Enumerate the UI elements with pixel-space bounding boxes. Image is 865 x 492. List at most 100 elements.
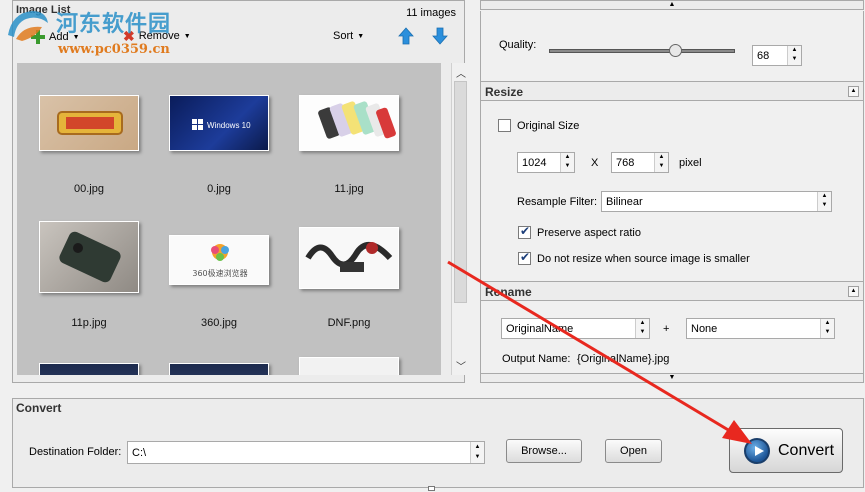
rename-first-value: OriginalName [506, 323, 574, 335]
watermark-title: 河东软件园 [56, 12, 172, 37]
chevron-updown-icon[interactable]: ▲ ▼ [635, 319, 649, 338]
thumbnail-label: DNF.png [327, 317, 371, 329]
move-up-button[interactable] [397, 27, 415, 45]
rename-section: OriginalName ▲ ▼ + None ▲ ▼ Output Name: {… [480, 301, 864, 373]
resample-filter-select[interactable]: Bilinear ▲ ▼ [601, 191, 832, 212]
preserve-aspect-label: Preserve aspect ratio [537, 226, 641, 239]
thumbnail-grid[interactable]: 00.jpg Windows 10 0.jpg 11.jpg 11p.jpg 3… [17, 63, 441, 375]
resize-section-header[interactable]: Resize ▲ [480, 81, 864, 101]
original-size-label: Original Size [517, 119, 580, 132]
quality-spinner[interactable]: 68 ▲ ▼ [752, 45, 802, 66]
convert-button[interactable]: Convert [729, 428, 843, 473]
thumbnail-item[interactable] [277, 331, 407, 375]
resize-section: Original Size 1024 ▲ ▼ X 768 ▲ ▼ pixel Res… [480, 101, 864, 281]
size-unit: pixel [679, 157, 702, 169]
checkbox-box[interactable] [518, 250, 531, 265]
output-name-label: Output Name: [502, 353, 571, 365]
sort-label: Sort [333, 30, 354, 42]
rename-title: Rename [485, 285, 532, 299]
quality-slider[interactable] [549, 49, 735, 53]
open-button[interactable]: Open [605, 439, 662, 463]
chevron-updown-icon[interactable]: ▲ ▼ [470, 442, 484, 463]
height-value: 768 [616, 157, 635, 169]
convert-panel: Convert Destination Folder: C:\ ▲ ▼ Brows… [12, 398, 864, 488]
chevron-up-icon[interactable]: ︿ [456, 65, 466, 80]
checkbox-box[interactable] [498, 119, 511, 132]
height-spinner[interactable]: 768 ▲ ▼ [611, 152, 669, 173]
thumbnail-image: 360极速浏览器 [169, 235, 269, 285]
quality-section: Quality: 68 ▲ ▼ [480, 11, 864, 81]
scrollbar-thumb[interactable] [454, 81, 467, 303]
thumbnail-label: 360.jpg [200, 317, 238, 329]
thumbnail-item[interactable]: 11p.jpg [17, 197, 147, 329]
thumbnail-image [299, 95, 399, 151]
rename-second-select[interactable]: None ▲ ▼ [686, 318, 835, 339]
rename-first-select[interactable]: OriginalName ▲ ▼ [501, 318, 650, 339]
resize-grip[interactable] [428, 486, 435, 491]
collapse-icon[interactable]: ▲ [848, 86, 859, 97]
thumbnail-item[interactable]: 360极速浏览器 360.jpg [147, 197, 277, 329]
quality-label: Quality: [499, 39, 537, 51]
rename-plus: + [663, 323, 670, 335]
thumbnail-label: 11p.jpg [71, 317, 107, 329]
chevron-updown-icon[interactable]: ▲ ▼ [820, 319, 834, 338]
rename-section-header[interactable]: Rename ▲ [480, 281, 864, 301]
thumbnail-image [299, 357, 399, 375]
browse-button[interactable]: Browse... [506, 439, 582, 463]
thumbnail-image [39, 221, 139, 293]
chevron-down-icon[interactable]: ﹀ [456, 358, 466, 373]
thumbnail-image: Windows 10 [169, 95, 269, 151]
move-down-button[interactable] [431, 27, 449, 45]
thumbnail-text: 360极速浏览器 [192, 268, 247, 278]
thumbnail-item[interactable] [17, 331, 147, 375]
size-separator: X [591, 157, 599, 169]
quality-slider-handle[interactable] [669, 44, 683, 57]
rename-second-value: None [691, 323, 718, 335]
watermark: 河东软件园 www.pc0359.cn [0, 0, 230, 62]
arrow-down-icon [432, 27, 448, 45]
thumbnail-scrollbar[interactable]: ︿ ﹀ [451, 63, 468, 375]
spinner-buttons[interactable]: ▲ ▼ [560, 153, 574, 172]
width-value: 1024 [522, 157, 547, 169]
thumbnail-item[interactable]: 00.jpg [17, 63, 147, 195]
collapse-toggle[interactable]: ▲ [480, 0, 864, 10]
image-count: 11 images [406, 7, 456, 19]
thumbnail-image [169, 363, 269, 375]
play-icon [744, 438, 770, 464]
destination-folder-label: Destination Folder: [29, 446, 122, 458]
preserve-aspect-checkbox[interactable]: Preserve aspect ratio [518, 224, 641, 239]
watermark-logo-icon [8, 11, 48, 41]
no-upscale-checkbox[interactable]: Do not resize when source image is small… [518, 250, 750, 265]
sort-button[interactable]: Sort ▼ [333, 30, 364, 42]
width-spinner[interactable]: 1024 ▲ ▼ [517, 152, 575, 173]
spinner-buttons[interactable]: ▲ ▼ [654, 153, 668, 172]
spinner-buttons[interactable]: ▲ ▼ [787, 46, 801, 65]
resample-filter-value: Bilinear [606, 196, 643, 208]
original-size-checkbox[interactable]: Original Size [498, 119, 579, 132]
no-upscale-label: Do not resize when source image is small… [537, 252, 750, 265]
triangle-down-icon: ▼ [668, 374, 676, 381]
output-name-value: {OriginalName}.jpg [577, 353, 670, 365]
quality-value: 68 [757, 50, 770, 62]
destination-folder-select[interactable]: C:\ ▲ ▼ [127, 441, 485, 464]
watermark-url: www.pc0359.cn [58, 42, 170, 57]
resample-filter-label: Resample Filter: [517, 196, 598, 208]
expand-toggle[interactable]: ▼ [480, 373, 864, 383]
thumbnail-item[interactable]: DNF.png [277, 197, 407, 329]
resize-title: Resize [485, 85, 524, 99]
convert-title: Convert [16, 401, 62, 415]
thumbnail-item[interactable] [147, 331, 277, 375]
thumbnail-image [39, 95, 139, 151]
checkbox-box[interactable] [518, 224, 531, 239]
thumbnail-label: 11.jpg [334, 183, 364, 195]
collapse-icon[interactable]: ▲ [848, 286, 859, 297]
triangle-up-icon: ▲ [668, 1, 676, 8]
thumbnail-item[interactable]: 11.jpg [277, 63, 407, 195]
thumbnail-label: 00.jpg [74, 183, 104, 195]
chevron-down-icon: ▼ [357, 32, 365, 40]
thumbnail-image [299, 227, 399, 289]
arrow-up-icon [398, 27, 414, 45]
chevron-updown-icon[interactable]: ▲ ▼ [817, 192, 831, 211]
thumbnail-item[interactable]: Windows 10 0.jpg [147, 63, 277, 195]
thumbnail-text: Windows 10 [207, 121, 251, 130]
